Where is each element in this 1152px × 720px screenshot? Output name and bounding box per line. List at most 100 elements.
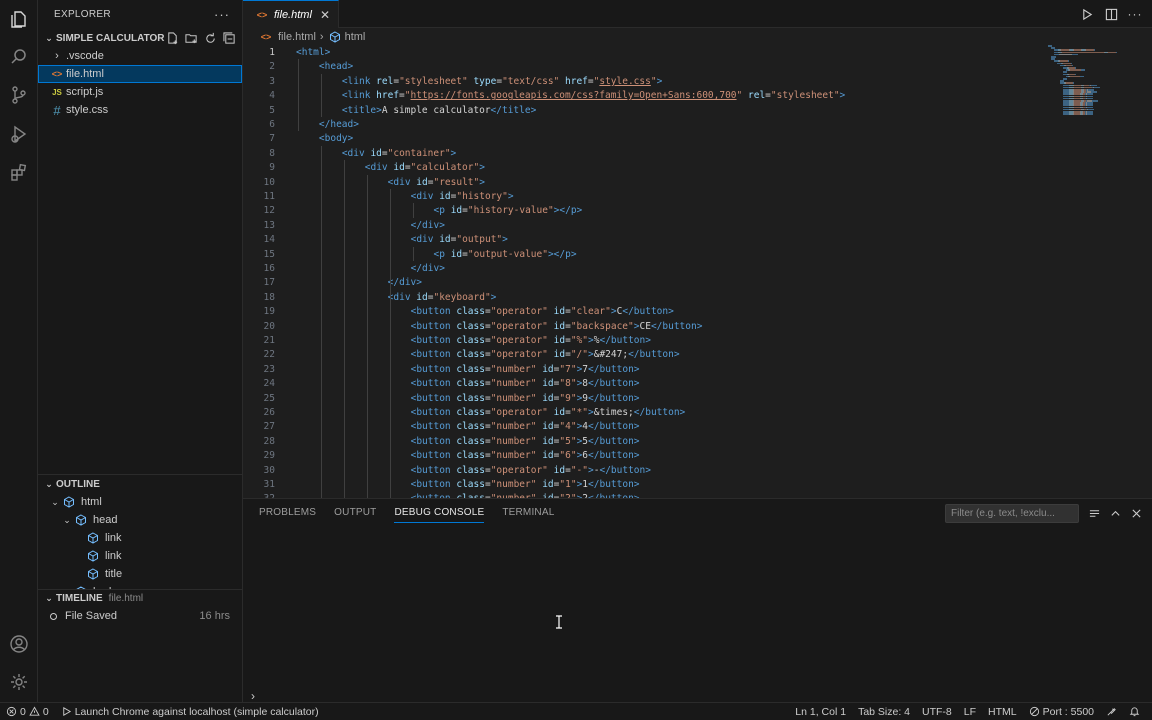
panel-tab-output[interactable]: OUTPUT <box>334 507 376 523</box>
file-item-stylecss[interactable]: # style.css <box>38 101 242 119</box>
new-file-icon[interactable] <box>165 31 179 45</box>
token-tag: <button <box>410 407 457 418</box>
file-item-filehtml[interactable]: <> file.html <box>38 65 242 83</box>
minimap[interactable] <box>1048 45 1128 115</box>
timeline-entry[interactable]: File Saved 16 hrs <box>38 607 242 625</box>
code-source: <body> <box>319 132 353 146</box>
console-filter-input[interactable]: Filter (e.g. text, !exclu... <box>945 504 1079 523</box>
code-line: 27 <button class="number" id="4">4</butto… <box>243 420 1043 434</box>
token-attr: id <box>542 450 554 462</box>
breadcrumb-file[interactable]: file.html <box>278 31 316 43</box>
notifications-bell-icon[interactable] <box>1123 706 1146 717</box>
run-icon[interactable] <box>1080 6 1094 22</box>
live-server-port[interactable]: Port : 5500 <box>1023 706 1100 718</box>
line-number: 20 <box>263 320 275 332</box>
settings-gear-icon[interactable] <box>9 672 29 692</box>
code-source: <title>A simple calculator</title> <box>342 104 536 118</box>
refresh-icon[interactable] <box>203 31 217 45</box>
outline-section-header[interactable]: ⌄ OUTLINE <box>38 475 242 493</box>
token-attr: class <box>456 349 485 361</box>
text-cursor-icon <box>556 615 562 629</box>
token-str: "output" <box>456 234 503 246</box>
file-name: .vscode <box>66 50 104 62</box>
outline-item-html[interactable]: ⌄ html <box>38 493 242 511</box>
extensions-icon[interactable] <box>9 162 29 182</box>
problems-status[interactable]: 0 0 <box>0 706 55 718</box>
css-file-icon: # <box>53 102 61 118</box>
project-section-header[interactable]: ⌄ SIMPLE CALCULATOR <box>38 29 242 47</box>
token-attr: class <box>456 479 485 490</box>
code-line: 3 <link rel="stylesheet" type="text/css" … <box>243 75 1043 89</box>
line-number: 18 <box>263 291 275 303</box>
breadcrumb-symbol[interactable]: html <box>345 31 366 43</box>
code-source: <div id="container"> <box>342 147 456 161</box>
feedback-icon[interactable] <box>1100 706 1123 717</box>
indent-guide <box>298 59 299 132</box>
source-control-icon[interactable] <box>9 85 29 105</box>
token-attr: class <box>456 421 485 433</box>
token-str: "backspace" <box>570 320 634 332</box>
token-attr: class <box>456 378 485 390</box>
account-icon[interactable] <box>9 634 29 654</box>
clear-console-icon[interactable] <box>1088 507 1100 519</box>
code-source: <button class="number" id="1">1</button> <box>411 478 640 492</box>
launch-config[interactable]: Launch Chrome against localhost (simple … <box>55 706 325 718</box>
line-number: 21 <box>263 335 275 346</box>
file-item-scriptjs[interactable]: JS script.js <box>38 83 242 101</box>
token-str: "operator" <box>490 464 548 476</box>
search-icon[interactable] <box>9 47 29 67</box>
code-source: <button class="number" id="5">5</button> <box>411 435 640 449</box>
tab-size[interactable]: Tab Size: 4 <box>852 706 916 718</box>
token-text: A simple calculator <box>381 104 491 116</box>
line-number: 2 <box>269 61 275 73</box>
language-mode[interactable]: HTML <box>982 706 1023 718</box>
run-debug-icon[interactable] <box>9 124 29 144</box>
token-tag: <div <box>341 147 371 159</box>
token-attr: class <box>456 335 485 346</box>
token-tag: </head> <box>318 119 359 130</box>
repl-prompt[interactable]: › <box>251 689 255 703</box>
token-str: "operator" <box>490 320 548 332</box>
file-item-vscode[interactable]: › .vscode <box>38 47 242 65</box>
code-source: <p id="output-value"></p> <box>434 248 577 262</box>
more-actions-icon[interactable]: ··· <box>1128 6 1142 22</box>
end-of-line[interactable]: LF <box>958 706 982 718</box>
close-icon[interactable] <box>1130 507 1142 519</box>
line-number: 7 <box>269 133 275 145</box>
launch-label: Launch Chrome against localhost (simple … <box>74 705 319 718</box>
line-number: 28 <box>263 435 275 447</box>
line-number: 30 <box>263 464 275 476</box>
collapse-all-icon[interactable] <box>222 31 236 45</box>
line-number: 1 <box>269 47 275 58</box>
outline-item-link[interactable]: link <box>38 547 242 565</box>
outline-item-link[interactable]: link <box>38 529 242 547</box>
line-number: 3 <box>269 75 275 87</box>
code-editor[interactable]: 1 <html> 2 <head> 3 <link rel="stylesheet" ty… <box>243 45 1152 498</box>
panel-tab-debug-console[interactable]: DEBUG CONSOLE <box>394 507 485 523</box>
new-folder-icon[interactable] <box>184 31 198 45</box>
token-str: "stylesheet" <box>399 75 468 87</box>
code-line: 21 <button class="operator" id="%">%</but… <box>243 334 1043 348</box>
split-editor-icon[interactable] <box>1104 6 1118 22</box>
explorer-icon[interactable] <box>9 9 29 29</box>
line-number: 24 <box>263 378 275 390</box>
line-number: 15 <box>263 248 275 260</box>
panel-tab-terminal[interactable]: TERMINAL <box>502 507 554 523</box>
tab-file-html[interactable]: <> file.html ✕ <box>243 0 339 28</box>
token-tag: > <box>479 162 485 174</box>
token-tag: <link <box>341 90 377 102</box>
panel-tab-problems[interactable]: PROBLEMS <box>259 507 316 523</box>
cursor-position[interactable]: Ln 1, Col 1 <box>789 706 852 718</box>
timeline-section-header[interactable]: ⌄ TIMELINE file.html <box>38 589 242 607</box>
indent-guide <box>412 246 414 261</box>
token-tag: </button> <box>588 378 640 390</box>
token-tag: > <box>450 147 457 159</box>
encoding[interactable]: UTF-8 <box>916 706 958 718</box>
outline-item-head[interactable]: ⌄ head <box>38 511 242 529</box>
maximize-panel-icon[interactable] <box>1109 507 1121 519</box>
close-icon[interactable]: ✕ <box>320 8 330 22</box>
more-actions-icon[interactable]: ··· <box>214 7 230 22</box>
line-number: 25 <box>263 392 275 404</box>
outline-item-title[interactable]: title <box>38 565 242 583</box>
warning-count: 0 <box>42 705 49 718</box>
